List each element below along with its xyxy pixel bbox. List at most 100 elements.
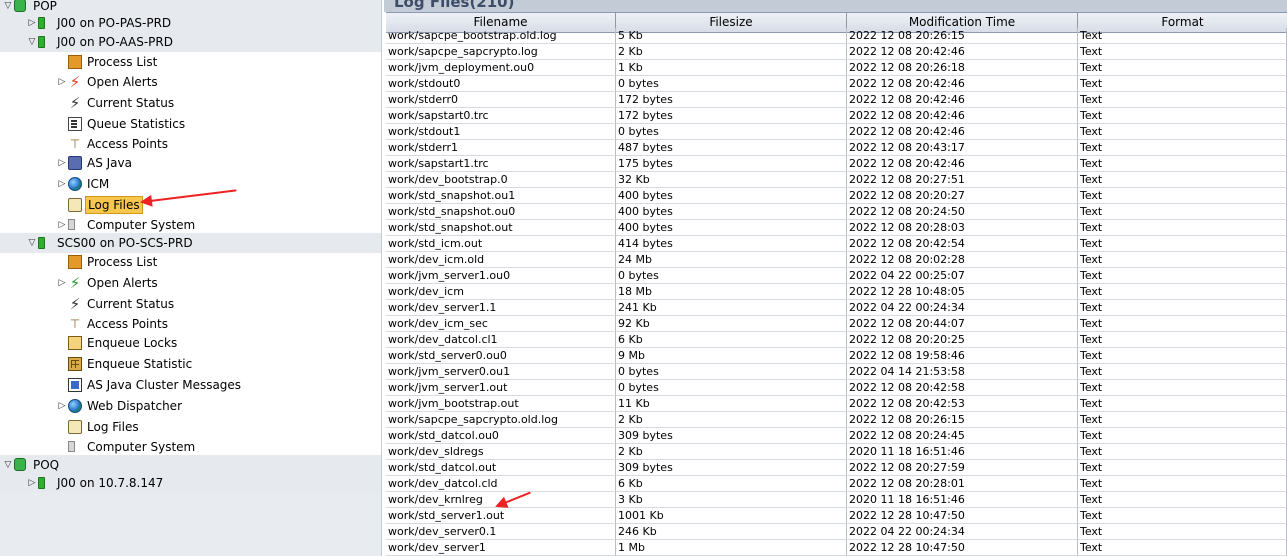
- tree-item[interactable]: ▷ ⚡ Open Alerts: [0, 72, 381, 92]
- table-row[interactable]: work/sapcpe_sapcrypto.log 2 Kb 2022 12 08 …: [386, 44, 1287, 60]
- table-row[interactable]: work/stderr1 487 bytes 2022 12 08 20:43:17…: [386, 140, 1287, 156]
- table-row[interactable]: work/dev_server1 1 Mb 2022 12 28 10:47:50 T…: [386, 540, 1287, 556]
- tree-item[interactable]: ▷ J00 on 10.7.8.147: [0, 473, 381, 493]
- tree-item-label: Enqueue Statistic: [87, 357, 193, 371]
- table-row[interactable]: work/dev_server0.1 246 Kb 2022 04 22 00:24…: [386, 524, 1287, 540]
- table-row[interactable]: work/dev_server1.1 241 Kb 2022 04 22 00:24…: [386, 300, 1287, 316]
- log-files-table: work/sapcpe_bootstrap.old.log 5 Kb 2022 12…: [386, 28, 1287, 556]
- tree-item[interactable]: Enqueue Locks: [0, 333, 381, 353]
- tree-item[interactable]: ▷ ⚡ Open Alerts: [0, 273, 381, 293]
- tree-item-label: Open Alerts: [87, 276, 158, 290]
- tree-item[interactable]: Log Files: [0, 417, 381, 437]
- tree-item[interactable]: Log Files: [0, 195, 381, 215]
- table-row[interactable]: work/jvm_server0.ou1 0 bytes 2022 04 14 21…: [386, 364, 1287, 380]
- cell-format: Text: [1078, 300, 1287, 316]
- table-row[interactable]: work/dev_datcol.cl1 6 Kb 2022 12 08 20:20:…: [386, 332, 1287, 348]
- cell-format: Text: [1078, 492, 1287, 508]
- table-row[interactable]: work/jvm_deployment.ou0 1 Kb 2022 12 08 20…: [386, 60, 1287, 76]
- tree-item[interactable]: Enqueue Statistic: [0, 354, 381, 374]
- tree-item[interactable]: ▷ Web Dispatcher: [0, 396, 381, 416]
- table-row[interactable]: work/std_datcol.out 309 bytes 2022 12 08 2…: [386, 460, 1287, 476]
- cell-format: Text: [1078, 460, 1287, 476]
- cell-filename: work/jvm_server0.ou1: [386, 364, 616, 380]
- cell-filesize: 0 bytes: [616, 364, 847, 380]
- table-row[interactable]: work/dev_icm.old 24 Mb 2022 12 08 20:02:28…: [386, 252, 1287, 268]
- table-row[interactable]: work/stdout0 0 bytes 2022 12 08 20:42:46 Te…: [386, 76, 1287, 92]
- table-row[interactable]: work/sapcpe_bootstrap.old.log 5 Kb 2022 12…: [386, 28, 1287, 44]
- tree-item[interactable]: Queue Statistics: [0, 114, 381, 134]
- cell-modification-time: 2022 12 08 20:42:46: [847, 108, 1078, 124]
- table-row[interactable]: work/sapcpe_sapcrypto.old.log 2 Kb 2022 12…: [386, 412, 1287, 428]
- expand-icon[interactable]: ▷: [56, 215, 68, 235]
- tree-item[interactable]: ▽ J00 on PO-AAS-PRD: [0, 32, 381, 52]
- cell-modification-time: 2022 12 08 20:43:17: [847, 140, 1078, 156]
- cell-format: Text: [1078, 428, 1287, 444]
- cell-filesize: 2 Kb: [616, 412, 847, 428]
- panel-title-bar: Log Files(210): [384, 0, 1287, 12]
- cell-filesize: 0 bytes: [616, 268, 847, 284]
- access-points-icon: ⊤: [69, 137, 81, 151]
- cell-format: Text: [1078, 188, 1287, 204]
- tree-item[interactable]: Computer System: [0, 437, 381, 457]
- table-row[interactable]: work/dev_sldregs 2 Kb 2020 11 18 16:51:46 T…: [386, 444, 1287, 460]
- table-row[interactable]: work/dev_datcol.cld 6 Kb 2022 12 08 20:28:…: [386, 476, 1287, 492]
- tree-item[interactable]: ⚡ Current Status: [0, 93, 381, 113]
- cell-modification-time: 2022 12 08 20:28:03: [847, 220, 1078, 236]
- java-icon: [68, 156, 82, 170]
- tree-item[interactable]: ▷ AS Java: [0, 153, 381, 173]
- table-row[interactable]: work/stderr0 172 bytes 2022 12 08 20:42:46…: [386, 92, 1287, 108]
- alert-bolt-red-icon: ⚡: [69, 73, 81, 91]
- cluster-messages-icon: [68, 378, 82, 392]
- expand-icon[interactable]: ▷: [56, 72, 68, 92]
- cell-filesize: 18 Mb: [616, 284, 847, 300]
- expand-icon[interactable]: ▷: [56, 174, 68, 194]
- table-row[interactable]: work/std_snapshot.ou0 400 bytes 2022 12 08…: [386, 204, 1287, 220]
- expand-icon[interactable]: ▷: [26, 13, 38, 33]
- expand-collapse-icon[interactable]: ▽: [26, 233, 38, 253]
- tree-item[interactable]: ▷ ICM: [0, 174, 381, 194]
- tree-item[interactable]: Process List: [0, 252, 381, 272]
- tree-item[interactable]: ▷ Computer System: [0, 215, 381, 235]
- cell-format: Text: [1078, 332, 1287, 348]
- tree-item[interactable]: ⊤ Access Points: [0, 314, 381, 334]
- tree-item[interactable]: ▷ J00 on PO-PAS-PRD: [0, 13, 381, 33]
- expand-icon[interactable]: ▷: [26, 473, 38, 493]
- tree-item[interactable]: ⊤ Access Points: [0, 134, 381, 154]
- cell-modification-time: 2022 04 14 21:53:58: [847, 364, 1078, 380]
- table-row[interactable]: work/jvm_server1.out 0 bytes 2022 12 08 20…: [386, 380, 1287, 396]
- tree-item[interactable]: Process List: [0, 52, 381, 72]
- cell-filename: work/dev_icm: [386, 284, 616, 300]
- cell-filesize: 0 bytes: [616, 76, 847, 92]
- table-row[interactable]: work/std_snapshot.ou1 400 bytes 2022 12 08…: [386, 188, 1287, 204]
- cell-filesize: 2 Kb: [616, 444, 847, 460]
- cell-filename: work/jvm_server1.out: [386, 380, 616, 396]
- table-row[interactable]: work/std_server0.ou0 9 Mb 2022 12 08 19:58…: [386, 348, 1287, 364]
- table-row[interactable]: work/sapstart1.trc 175 bytes 2022 12 08 20…: [386, 156, 1287, 172]
- expand-icon[interactable]: ▷: [56, 273, 68, 293]
- table-row[interactable]: work/sapstart0.trc 172 bytes 2022 12 08 20…: [386, 108, 1287, 124]
- tree-item-label: J00 on PO-AAS-PRD: [57, 35, 173, 49]
- tree-item[interactable]: ⚡ Current Status: [0, 294, 381, 314]
- tree-item[interactable]: ▽ POQ: [0, 455, 381, 475]
- table-row[interactable]: work/jvm_server1.ou0 0 bytes 2022 04 22 00…: [386, 268, 1287, 284]
- table-row[interactable]: work/jvm_bootstrap.out 11 Kb 2022 12 08 20…: [386, 396, 1287, 412]
- table-row[interactable]: work/std_icm.out 414 bytes 2022 12 08 20:4…: [386, 236, 1287, 252]
- cell-filesize: 0 bytes: [616, 380, 847, 396]
- table-row[interactable]: work/std_server1.out 1001 Kb 2022 12 28 10…: [386, 508, 1287, 524]
- expand-icon[interactable]: ▷: [56, 396, 68, 416]
- table-row[interactable]: work/stdout1 0 bytes 2022 12 08 20:42:46 Te…: [386, 124, 1287, 140]
- tree-item[interactable]: AS Java Cluster Messages: [0, 375, 381, 395]
- tree-item-label: Log Files: [87, 420, 139, 434]
- table-row[interactable]: work/dev_icm 18 Mb 2022 12 28 10:48:05 Text: [386, 284, 1287, 300]
- expand-collapse-icon[interactable]: ▽: [26, 32, 38, 52]
- table-row[interactable]: work/std_datcol.ou0 309 bytes 2022 12 08 2…: [386, 428, 1287, 444]
- cell-filesize: 92 Kb: [616, 316, 847, 332]
- cell-modification-time: 2022 12 08 20:42:54: [847, 236, 1078, 252]
- tree-item[interactable]: ▽ SCS00 on PO-SCS-PRD: [0, 233, 381, 253]
- table-row[interactable]: work/std_snapshot.out 400 bytes 2022 12 08…: [386, 220, 1287, 236]
- expand-icon[interactable]: ▷: [56, 153, 68, 173]
- expand-collapse-icon[interactable]: ▽: [2, 455, 14, 475]
- table-row[interactable]: work/dev_icm_sec 92 Kb 2022 12 08 20:44:07…: [386, 316, 1287, 332]
- table-row[interactable]: work/dev_bootstrap.0 32 Kb 2022 12 08 20:2…: [386, 172, 1287, 188]
- tree-item-label: Computer System: [87, 218, 196, 232]
